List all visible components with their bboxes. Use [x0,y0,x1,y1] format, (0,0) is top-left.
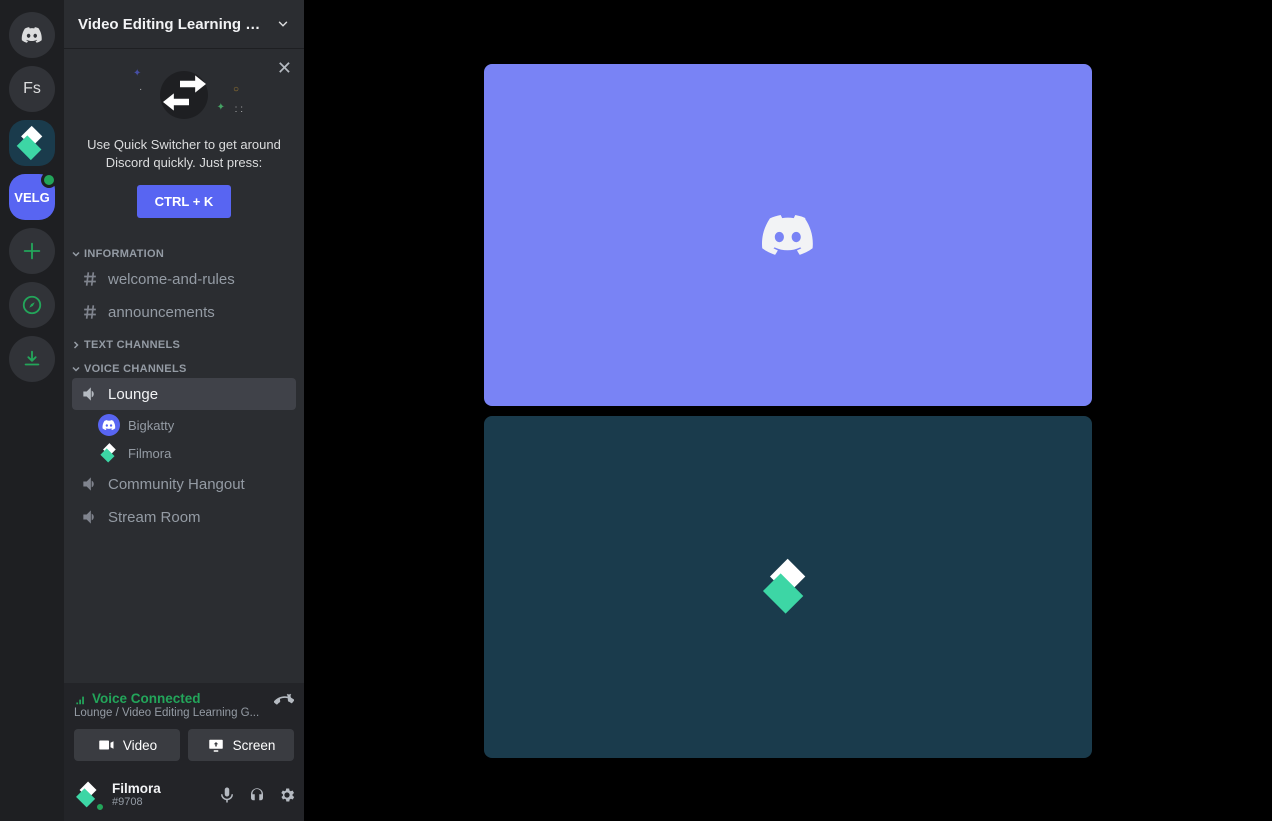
avatar [98,442,120,464]
video-tile-filmora[interactable] [484,416,1092,758]
server-name: Video Editing Learning Gr... [78,16,268,33]
user-info[interactable]: Filmora #9708 [112,782,210,809]
server-velg[interactable]: VELG [9,174,55,220]
voice-channel-lounge[interactable]: Lounge [72,378,296,410]
settings-button[interactable] [278,786,296,804]
signal-icon [74,692,88,706]
discord-logo-icon [102,418,116,432]
voice-panel: Voice Connected Lounge / Video Editing L… [64,683,304,769]
category-voice-channels[interactable]: VOICE CHANNELS [64,353,304,377]
filmora-icon [101,445,117,461]
plus-icon [21,240,43,262]
compass-icon [21,294,43,316]
server-velg-label: VELG [14,190,49,205]
server-rail: Fs VELG [0,0,64,821]
speaker-icon [80,507,100,527]
filmora-icon [765,564,811,610]
quick-switcher-button[interactable]: CTRL + K [137,185,232,218]
mute-button[interactable] [218,786,236,804]
quick-switcher-art: ✦·○✦: : [149,64,219,126]
discord-logo-icon [760,213,816,257]
disconnect-button[interactable] [274,691,294,716]
hash-icon [80,269,100,289]
user-bar: Filmora #9708 [64,769,304,821]
arrow-right-icon [180,75,206,93]
channel-welcome-and-rules[interactable]: welcome-and-rules [72,263,296,295]
status-online [94,801,106,813]
channel-list: ✕ ✦·○✦: : Use Quick Switcher to get arou… [64,48,304,683]
discord-logo-icon [21,24,43,46]
voice-channel-community-hangout[interactable]: Community Hangout [72,468,296,500]
voice-member-bigkatty[interactable]: Bigkatty [64,411,304,439]
video-tile-bigkatty[interactable] [484,64,1092,406]
explore-button[interactable] [9,282,55,328]
quick-switcher-text: Use Quick Switcher to get around Discord… [78,136,290,171]
filmora-icon [18,129,46,157]
screen-button[interactable]: Screen [188,729,294,761]
voice-status[interactable]: Voice Connected [74,691,259,706]
download-button[interactable] [9,336,55,382]
arrow-left-icon [163,93,189,111]
quick-switcher-card: ✕ ✦·○✦: : Use Quick Switcher to get arou… [64,48,304,238]
channel-announcements[interactable]: announcements [72,296,296,328]
server-filmora[interactable] [9,120,55,166]
active-voice-indicator [41,172,57,188]
category-information[interactable]: INFORMATION [64,238,304,262]
download-icon [21,348,43,370]
chevron-down-icon [70,363,82,375]
chevron-down-icon [70,248,82,260]
speaker-icon [80,474,100,494]
chevron-right-icon [70,339,82,351]
home-button[interactable] [9,12,55,58]
voice-path: Lounge / Video Editing Learning G... [74,707,259,719]
voice-member-filmora[interactable]: Filmora [64,439,304,467]
avatar [98,414,120,436]
server-header[interactable]: Video Editing Learning Gr... [64,0,304,48]
add-server-button[interactable] [9,228,55,274]
channel-sidebar: Video Editing Learning Gr... ✕ ✦·○✦: : U… [64,0,304,821]
speaker-icon [80,384,100,404]
screen-share-icon [207,736,225,754]
video-icon [97,736,115,754]
category-text-channels[interactable]: TEXT CHANNELS [64,329,304,353]
server-fs-label: Fs [23,80,41,98]
server-fs[interactable]: Fs [9,66,55,112]
disconnect-icon [274,691,294,711]
hash-icon [80,302,100,322]
video-grid [304,0,1272,821]
voice-channel-stream-room[interactable]: Stream Room [72,501,296,533]
deafen-button[interactable] [248,786,266,804]
video-button[interactable]: Video [74,729,180,761]
user-avatar[interactable] [72,779,104,811]
chevron-down-icon [276,17,290,31]
close-button[interactable]: ✕ [277,58,292,79]
